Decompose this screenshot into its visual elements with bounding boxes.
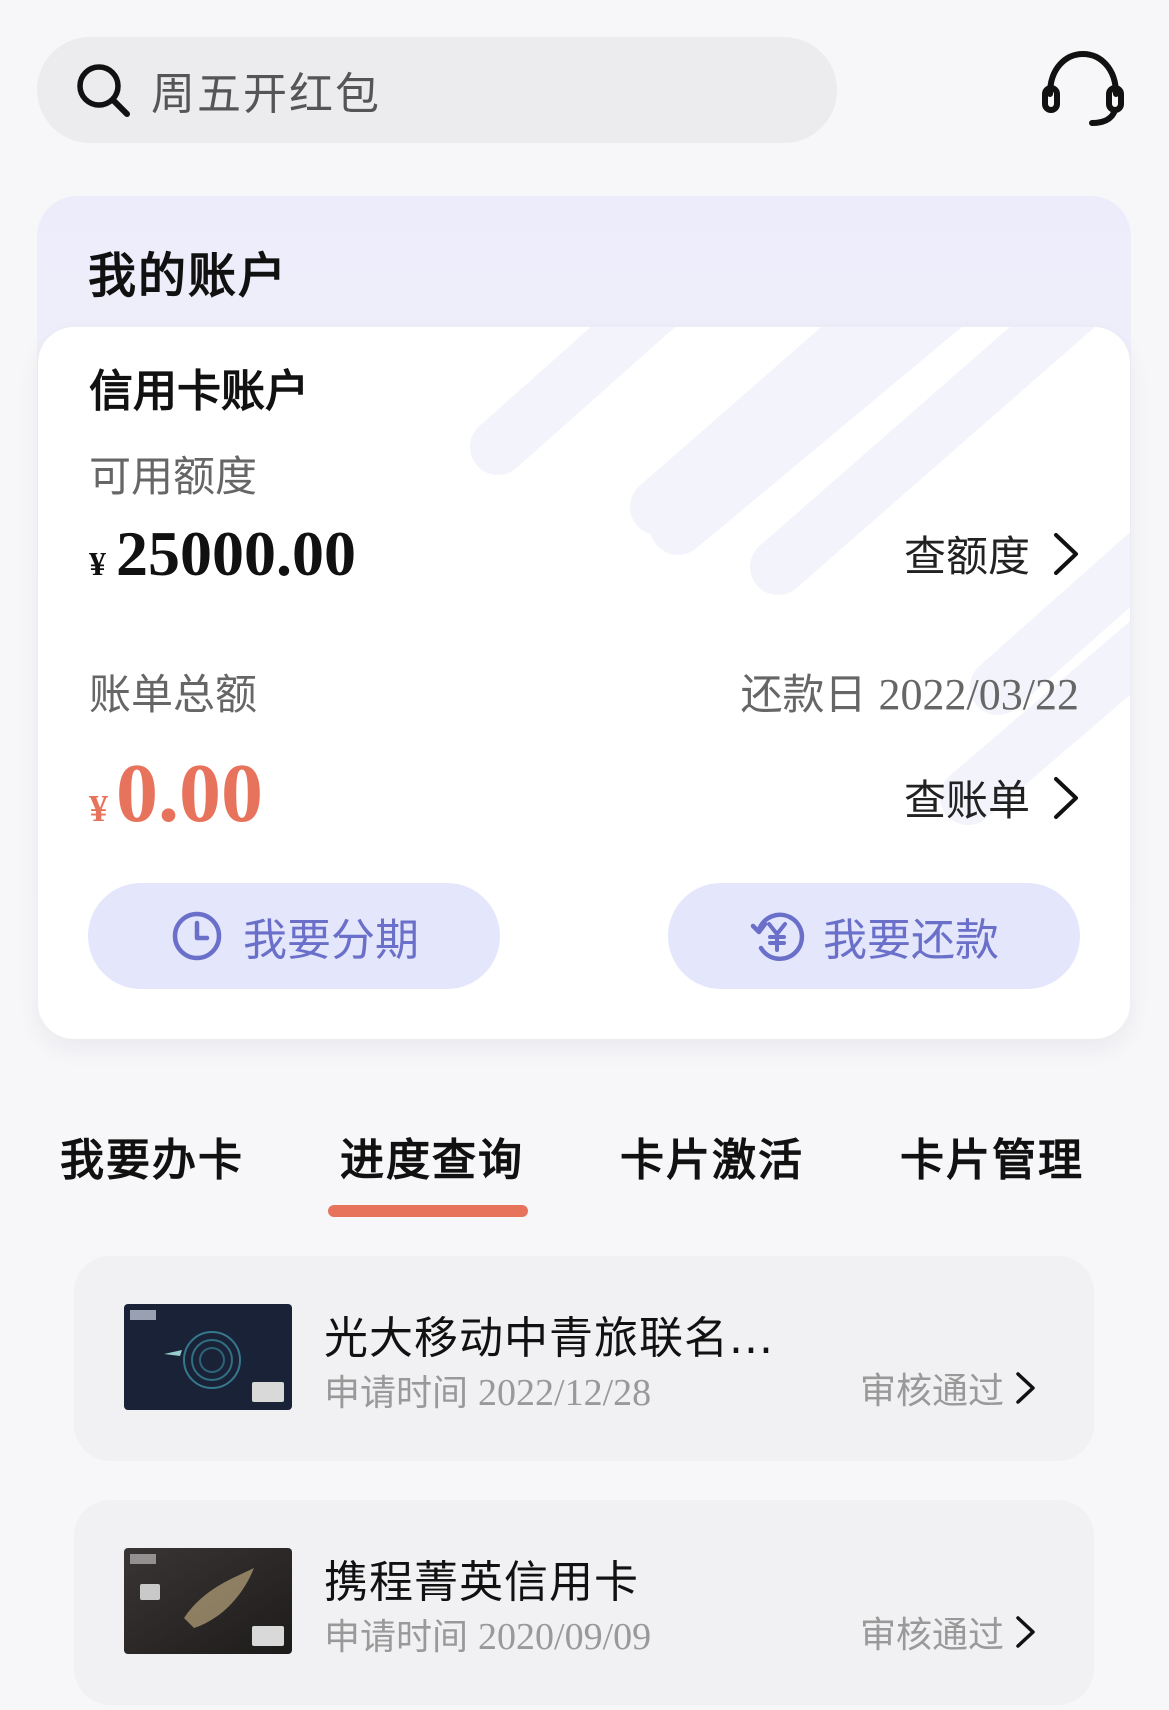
application-item[interactable]: 光大移动中青旅联名... 申请时间 2022/12/28 审核通过 <box>74 1256 1094 1461</box>
credit-card-title: 信用卡账户 <box>89 366 309 417</box>
application-date-label: 申请时间 <box>324 1373 469 1414</box>
application-card-name: 携程菁英信用卡 <box>324 1557 639 1608</box>
card-thumbnail-image <box>124 1548 292 1654</box>
headset-icon[interactable] <box>1040 48 1126 128</box>
bill-total-label: 账单总额 <box>89 670 258 719</box>
check-bill-link[interactable]: 查账单 <box>904 767 1082 828</box>
active-tab-indicator <box>328 1205 528 1217</box>
application-date-label: 申请时间 <box>324 1617 469 1658</box>
due-date-label: 还款日 <box>740 670 867 719</box>
chevron-right-icon <box>1054 532 1078 575</box>
application-date: 申请时间 2022/12/28 <box>324 1364 651 1416</box>
repay-button[interactable]: 我要还款 <box>668 883 1080 989</box>
available-amount: ¥ 25000.00 <box>89 517 356 591</box>
tab-card-management[interactable]: 卡片管理 <box>900 1124 1084 1188</box>
account-section-title: 我的账户 <box>88 248 289 304</box>
due-date: 还款日 2022/03/22 <box>741 661 1079 722</box>
service-tabs: 我要办卡 进度查询 卡片激活 卡片管理 <box>0 1124 1169 1214</box>
application-status-label: 审核通过 <box>860 1615 1005 1656</box>
application-date: 申请时间 2020/09/09 <box>324 1608 651 1660</box>
installment-button-label: 我要分期 <box>243 915 419 966</box>
chevron-right-icon <box>1016 1372 1035 1404</box>
repay-button-label: 我要还款 <box>823 915 999 966</box>
bill-amount-value: 0.00 <box>116 747 263 840</box>
application-date-value: 2020/09/09 <box>478 1616 652 1658</box>
search-bar[interactable]: 周五开红包 <box>37 37 837 143</box>
chevron-right-icon <box>1016 1616 1035 1648</box>
check-limit-label: 查额度 <box>903 532 1030 581</box>
check-bill-label: 查账单 <box>903 776 1030 825</box>
check-limit-link[interactable]: 查额度 <box>904 523 1082 584</box>
tab-card-activation[interactable]: 卡片激活 <box>620 1124 804 1188</box>
yuan-refresh-icon <box>750 912 805 962</box>
available-limit-label: 可用额度 <box>89 452 258 501</box>
clock-icon <box>172 911 222 961</box>
application-card-name: 光大移动中青旅联名... <box>324 1313 774 1364</box>
currency-symbol: ¥ <box>89 546 106 583</box>
search-icon <box>77 64 130 117</box>
application-status[interactable]: 审核通过 <box>860 1362 1038 1414</box>
application-item[interactable]: 携程菁英信用卡 申请时间 2020/09/09 审核通过 <box>74 1500 1094 1705</box>
available-amount-value: 25000.00 <box>116 518 356 589</box>
due-date-value: 2022/03/22 <box>878 670 1079 719</box>
tab-progress-query[interactable]: 进度查询 <box>340 1124 524 1188</box>
credit-card-account: 信用卡账户 可用额度 ¥ 25000.00 查额度 账单总额 还款日 2022/… <box>38 327 1130 1039</box>
chevron-right-icon <box>1054 776 1078 819</box>
application-status-label: 审核通过 <box>860 1371 1005 1412</box>
application-date-value: 2022/12/28 <box>478 1372 652 1414</box>
bill-amount: ¥ 0.00 <box>89 745 263 842</box>
card-thumbnail-image <box>124 1304 292 1410</box>
tab-apply-card[interactable]: 我要办卡 <box>60 1124 244 1188</box>
search-placeholder: 周五开红包 <box>151 69 381 120</box>
application-status[interactable]: 审核通过 <box>860 1606 1038 1658</box>
currency-symbol: ¥ <box>89 788 108 830</box>
installment-button[interactable]: 我要分期 <box>88 883 500 989</box>
